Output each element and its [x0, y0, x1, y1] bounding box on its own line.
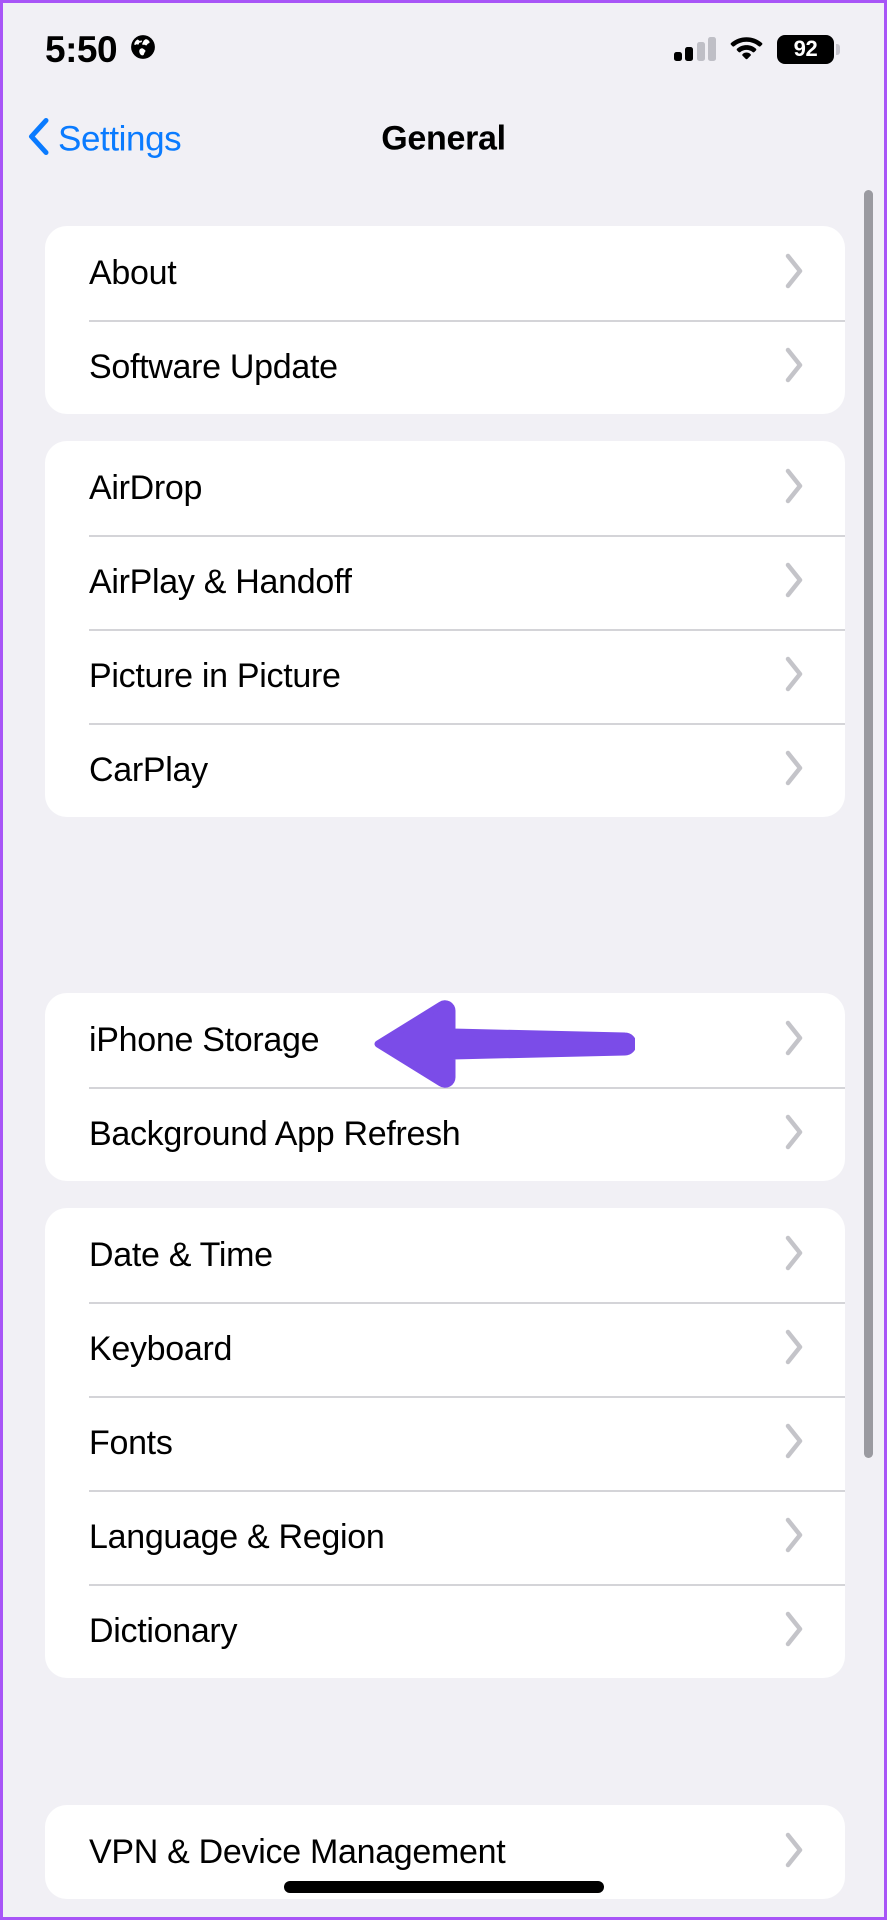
- settings-row[interactable]: Keyboard: [45, 1302, 845, 1396]
- settings-row-label: Dictionary: [89, 1612, 238, 1650]
- settings-group-connectivity: AirDrop AirPlay & Handoff Picture in Pictu…: [45, 441, 845, 817]
- home-indicator: [283, 1881, 604, 1893]
- settings-row[interactable]: Software Update: [45, 320, 845, 414]
- cellular-bars-icon: [673, 37, 716, 61]
- settings-row-label: AirPlay & Handoff: [89, 563, 352, 601]
- iphone-settings-screen: 5:50 92 Settings General About Software …: [0, 0, 887, 1920]
- settings-row-label: AirDrop: [89, 469, 203, 507]
- chevron-right-icon: [783, 467, 805, 510]
- chevron-right-icon: [783, 1422, 805, 1465]
- wifi-icon: [729, 34, 764, 65]
- settings-row-label: Date & Time: [89, 1236, 273, 1274]
- settings-row[interactable]: Picture in Picture: [45, 629, 845, 723]
- settings-row[interactable]: Date & Time: [45, 1208, 845, 1302]
- settings-row-label: Fonts: [89, 1424, 173, 1462]
- settings-row[interactable]: About: [45, 226, 845, 320]
- settings-group-device-info: About Software Update: [45, 226, 845, 414]
- status-bar-left: 5:50: [45, 31, 157, 68]
- chevron-right-icon: [783, 346, 805, 389]
- settings-row-label: VPN & Device Management: [89, 1833, 506, 1871]
- settings-row[interactable]: CarPlay: [45, 723, 845, 817]
- settings-row[interactable]: Fonts: [45, 1396, 845, 1490]
- status-time: 5:50: [45, 28, 118, 70]
- settings-row[interactable]: iPhone Storage: [45, 993, 845, 1087]
- settings-row-label: Software Update: [89, 348, 338, 386]
- battery-level-label: 92: [793, 36, 818, 61]
- battery-icon: 92: [777, 34, 840, 64]
- settings-row-label: Picture in Picture: [89, 657, 341, 695]
- page-title: General: [381, 119, 506, 158]
- settings-row[interactable]: Background App Refresh: [45, 1087, 845, 1181]
- settings-group-storage: iPhone Storage Background App Refresh: [45, 993, 845, 1181]
- chevron-right-icon: [783, 1234, 805, 1277]
- status-bar: 5:50 92: [3, 3, 884, 95]
- settings-row-label: iPhone Storage: [89, 1021, 320, 1059]
- settings-group-localization: Date & Time Keyboard Fonts Language & Regio…: [45, 1208, 845, 1678]
- settings-row-label: About: [89, 254, 177, 292]
- chevron-right-icon: [783, 252, 805, 295]
- settings-row[interactable]: Language & Region: [45, 1490, 845, 1584]
- chevron-right-icon: [783, 1610, 805, 1653]
- chevron-right-icon: [783, 1019, 805, 1062]
- chevron-right-icon: [783, 749, 805, 792]
- settings-row[interactable]: AirDrop: [45, 441, 845, 535]
- settings-row-label: Language & Region: [89, 1518, 385, 1556]
- chevron-right-icon: [783, 561, 805, 604]
- chevron-right-icon: [783, 1831, 805, 1874]
- chevron-right-icon: [783, 655, 805, 698]
- vertical-scrollbar[interactable]: [864, 190, 873, 1458]
- status-bar-right: 92: [673, 34, 840, 65]
- battery-body: 92: [777, 34, 834, 64]
- settings-row-label: Background App Refresh: [89, 1115, 461, 1153]
- chevron-right-icon: [783, 1328, 805, 1371]
- globe-icon: [129, 33, 157, 66]
- settings-row-label: CarPlay: [89, 751, 208, 789]
- battery-cap: [836, 43, 840, 55]
- navigation-bar: Settings General: [3, 95, 884, 183]
- settings-row[interactable]: AirPlay & Handoff: [45, 535, 845, 629]
- chevron-right-icon: [783, 1113, 805, 1156]
- chevron-right-icon: [783, 1516, 805, 1559]
- settings-row[interactable]: Dictionary: [45, 1584, 845, 1678]
- settings-scroll-content[interactable]: About Software Update AirDrop AirPlay & Ha…: [3, 183, 884, 1917]
- settings-row-label: Keyboard: [89, 1330, 233, 1368]
